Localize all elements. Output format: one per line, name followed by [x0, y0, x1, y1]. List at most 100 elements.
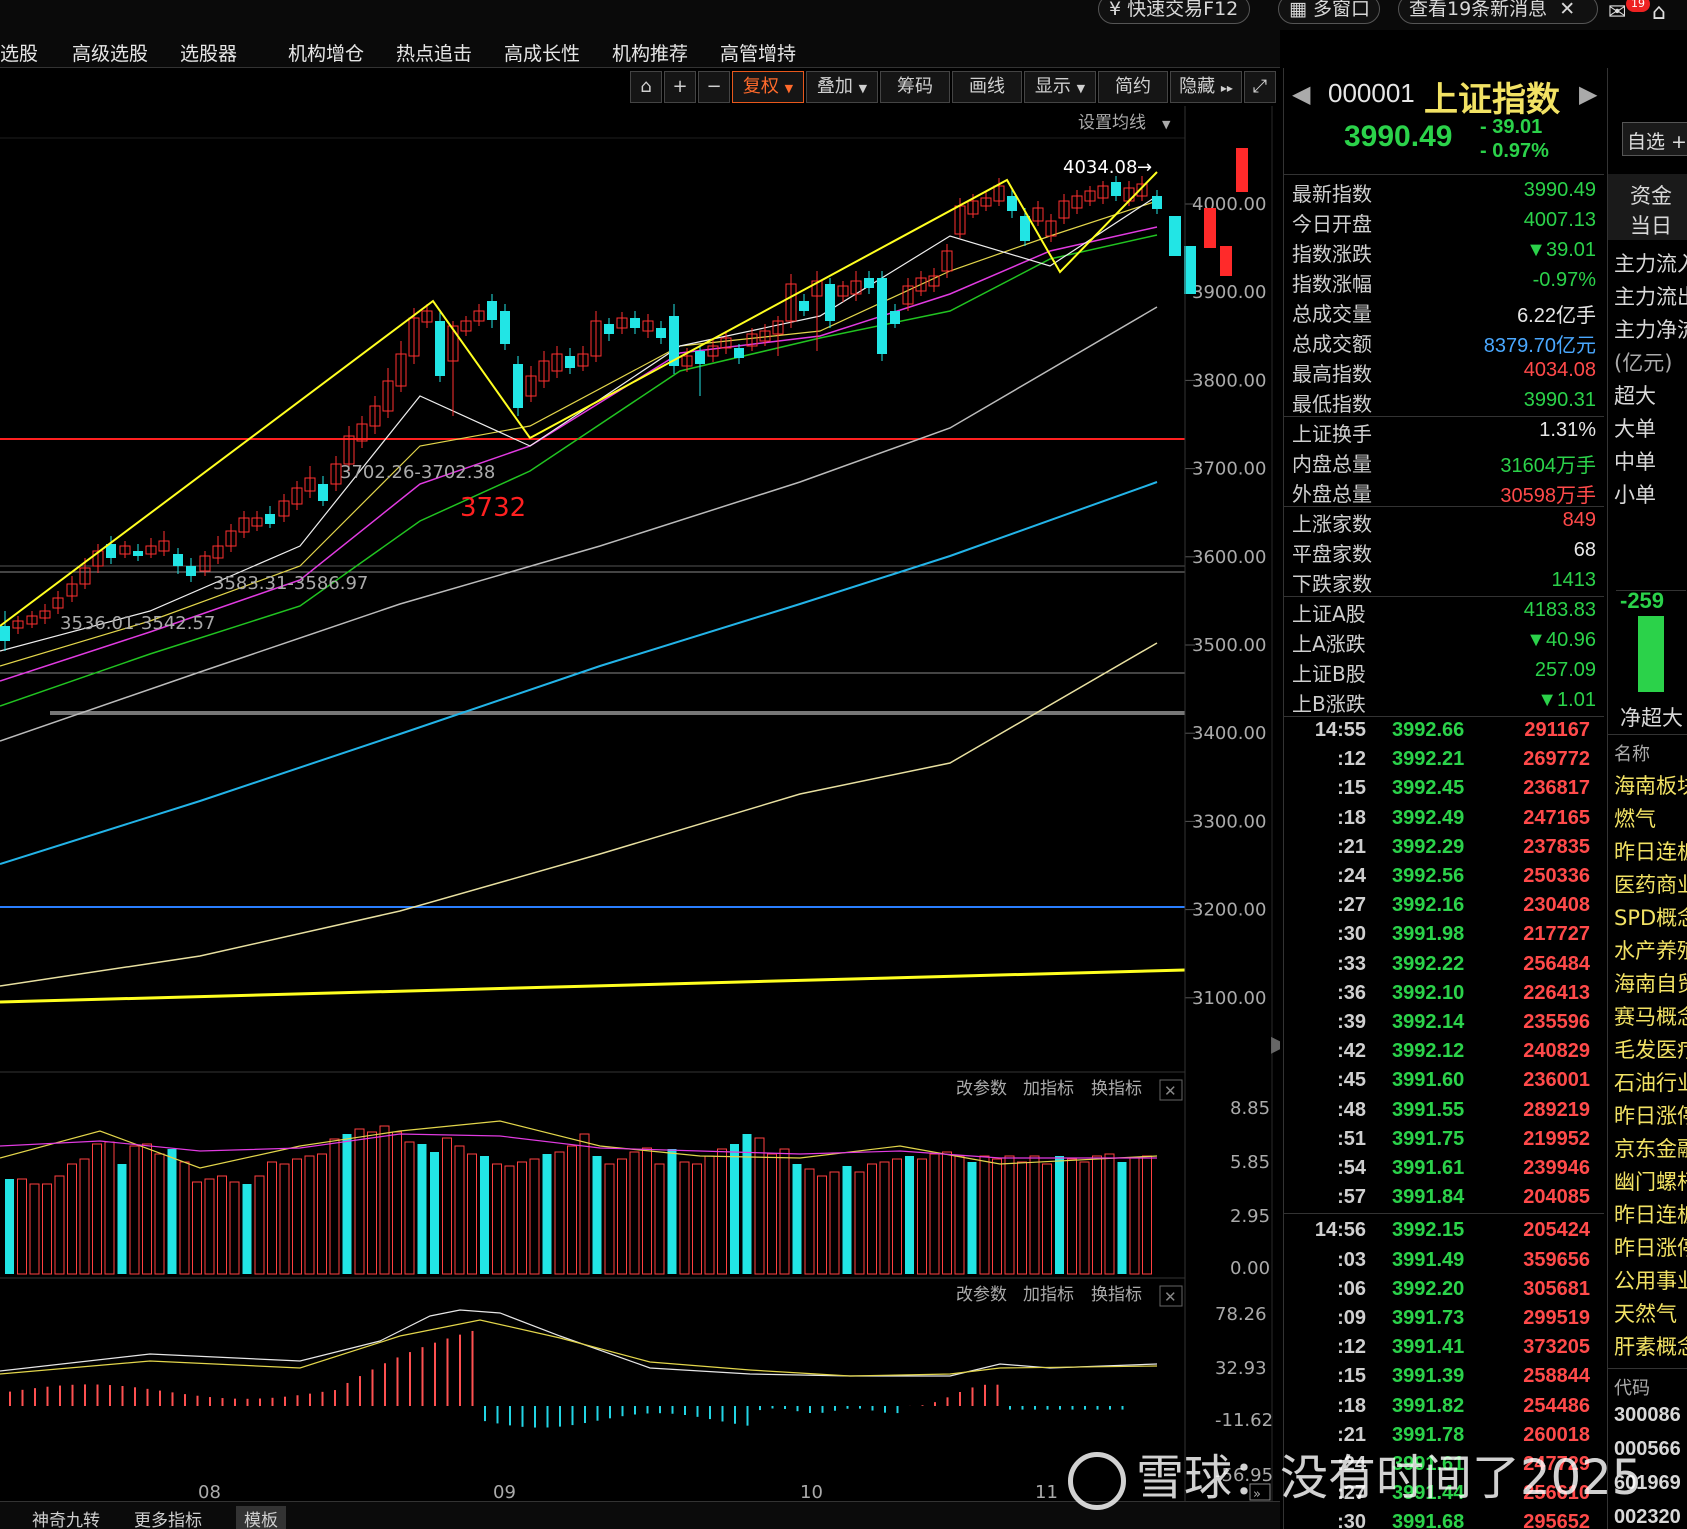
tab-magic-nine[interactable]: 神奇九转 [32, 1506, 100, 1529]
quote-row-label: 总成交额 [1292, 332, 1372, 356]
sector-item[interactable]: 昨日涨停 [1614, 1232, 1687, 1262]
sector-item[interactable]: 公用事业 [1614, 1265, 1687, 1295]
stock-code[interactable]: 002320 [1614, 1506, 1681, 1529]
menu-exec-increase[interactable]: 高管增持 [720, 39, 796, 66]
sector-item[interactable]: 肝素概念 [1614, 1331, 1687, 1361]
osc-tick-label: -11.62 [1215, 1410, 1273, 1431]
osc-add-indicator[interactable]: 加指标 [1023, 1285, 1074, 1305]
multi-window-button[interactable]: ▦ 多窗口 [1278, 0, 1380, 24]
home-icon[interactable]: ⌂ [1652, 0, 1682, 26]
tab-template[interactable]: 模板 [236, 1506, 286, 1529]
tick-volume: 219952 [1523, 1127, 1590, 1150]
fullscreen-icon[interactable]: ⤢ [1244, 71, 1276, 103]
sector-item[interactable]: 海南自贸 [1614, 968, 1687, 998]
set-ma-button[interactable]: 设置均线 [1078, 113, 1146, 133]
sector-item[interactable]: 赛马概念 [1614, 1001, 1687, 1031]
quote-row: 总成交额 8379.70亿元 [1284, 326, 1604, 357]
volume-bar [1142, 1155, 1152, 1275]
menu-inst-increase[interactable]: 机构增仓 [288, 39, 364, 66]
sector-item[interactable]: SPD概念 [1614, 902, 1687, 932]
price-tick-label: 3500.00 [1192, 635, 1266, 656]
tick-row: :27 3992.16 230408 [1284, 891, 1604, 920]
menu-screener[interactable]: 选股器 [180, 39, 237, 66]
menu-advanced-pick[interactable]: 高级选股 [72, 39, 148, 66]
sector-item[interactable]: 京东金融 [1614, 1133, 1687, 1163]
sector-item[interactable]: 海南板块 [1614, 770, 1687, 800]
prev-arrow-icon[interactable]: ◀ [1292, 80, 1310, 108]
menu-stock-pick[interactable]: 选股 [0, 39, 38, 66]
sector-item[interactable]: 昨日连板 [1614, 1199, 1687, 1229]
volume-bar [304, 1155, 315, 1275]
vol-change-params[interactable]: 改参数 [956, 1079, 1007, 1099]
tick-row: :03 3991.49 359656 [1284, 1246, 1604, 1275]
lock-icon[interactable]: ⌂ [630, 71, 662, 103]
volume-bar [979, 1155, 990, 1275]
collapse-handle[interactable]: ▶ [1271, 1032, 1288, 1057]
tick-volume: 269772 [1523, 748, 1590, 771]
sector-item[interactable]: 昨日连板 [1614, 836, 1687, 866]
capital-row-label: 小单 [1614, 483, 1656, 507]
osc-change-params[interactable]: 改参数 [956, 1285, 1007, 1305]
volume-bar [967, 1162, 977, 1274]
stock-code[interactable]: 300086 [1614, 1404, 1681, 1427]
menu-hot-chase[interactable]: 热点追击 [396, 39, 472, 66]
tick-row: :18 3992.49 247165 [1284, 804, 1604, 833]
tick-price: 3992.10 [1392, 981, 1465, 1004]
sector-item[interactable]: 医药商业 [1614, 869, 1687, 899]
net-super-label: 净超大 [1620, 706, 1683, 730]
volume-bar [92, 1143, 102, 1275]
tick-time: :15 [1337, 1365, 1366, 1388]
candle-body-down [604, 324, 614, 334]
tick-volume: 235596 [1523, 1011, 1590, 1033]
zoom-in-icon[interactable]: + [664, 71, 696, 103]
quote-row-label: 平盘家数 [1292, 542, 1372, 566]
volume-bar [79, 1158, 90, 1275]
sector-item[interactable]: 昨日涨停 [1614, 1100, 1687, 1130]
sector-item[interactable]: 燃气 [1614, 803, 1656, 833]
hide-button[interactable]: 隐藏 ▸▸ [1170, 71, 1242, 103]
tick-price: 3992.66 [1392, 719, 1465, 741]
volume-bar [142, 1143, 152, 1275]
osc-switch-indicator[interactable]: 换指标 [1091, 1285, 1142, 1305]
quote-row-label: 上证B股 [1292, 662, 1366, 686]
close-icon[interactable]: ✕ [1559, 0, 1575, 20]
quick-trade-button[interactable]: ¥ 快速交易F12 [1098, 0, 1250, 24]
sector-item[interactable]: 毛发医疗 [1614, 1034, 1687, 1064]
vol-add-indicator[interactable]: 加指标 [1023, 1079, 1074, 1099]
news-button[interactable]: 查看19条新消息 ✕ [1398, 0, 1598, 24]
restore-rights-dropdown[interactable]: 复权 ▼ [732, 71, 804, 103]
quote-row-label: 上B涨跌 [1292, 692, 1366, 716]
volume-bar [67, 1163, 77, 1275]
next-arrow-icon[interactable]: ▶ [1579, 80, 1597, 108]
simple-button[interactable]: 简约 [1098, 71, 1168, 103]
tab-more-indicators[interactable]: 更多指标 [134, 1506, 202, 1529]
price-tick-label: 3300.00 [1192, 811, 1266, 832]
display-dropdown[interactable]: 显示 ▼ [1024, 71, 1096, 103]
kline-chart[interactable]: 设置均线 ▼ 4000.00 3900.00 3800.00 3700.00 3600.… [0, 106, 1288, 1503]
vol-switch-indicator[interactable]: 换指标 [1091, 1079, 1142, 1099]
zoom-out-icon[interactable]: − [698, 71, 730, 103]
watchlist-button[interactable]: 自选 + [1622, 122, 1687, 156]
sector-item[interactable]: 石油行业 [1614, 1067, 1687, 1097]
price-tick-label: 3900.00 [1192, 282, 1266, 303]
volume-bar [717, 1148, 727, 1275]
extra-candle [1169, 216, 1181, 256]
sector-item[interactable]: 天然气 [1614, 1298, 1677, 1328]
menu-inst-recommend[interactable]: 机构推荐 [612, 39, 688, 66]
tab-today[interactable]: 当日 [1630, 210, 1672, 240]
tick-price: 3992.12 [1392, 1040, 1465, 1063]
volume-tick-label: 8.85 [1230, 1098, 1270, 1119]
annotation-3536: 3536.01-3542.57 [60, 613, 215, 634]
capital-tabs: 资金 当日 [1608, 174, 1687, 240]
sector-item[interactable]: 幽门螺杆 [1614, 1166, 1687, 1196]
menu-high-growth[interactable]: 高成长性 [504, 39, 580, 66]
draw-button[interactable]: 画线 [952, 71, 1022, 103]
tick-price: 3991.61 [1392, 1157, 1465, 1179]
overlay-dropdown[interactable]: 叠加 ▼ [806, 71, 878, 103]
volume-bar [579, 1133, 590, 1275]
annotation-3702: 3702.26-3702.38 [340, 462, 495, 483]
volume-bar [229, 1181, 240, 1275]
tab-capital[interactable]: 资金 [1630, 180, 1672, 210]
chips-button[interactable]: 筹码 [880, 71, 950, 103]
sector-item[interactable]: 水产养殖 [1614, 935, 1687, 965]
